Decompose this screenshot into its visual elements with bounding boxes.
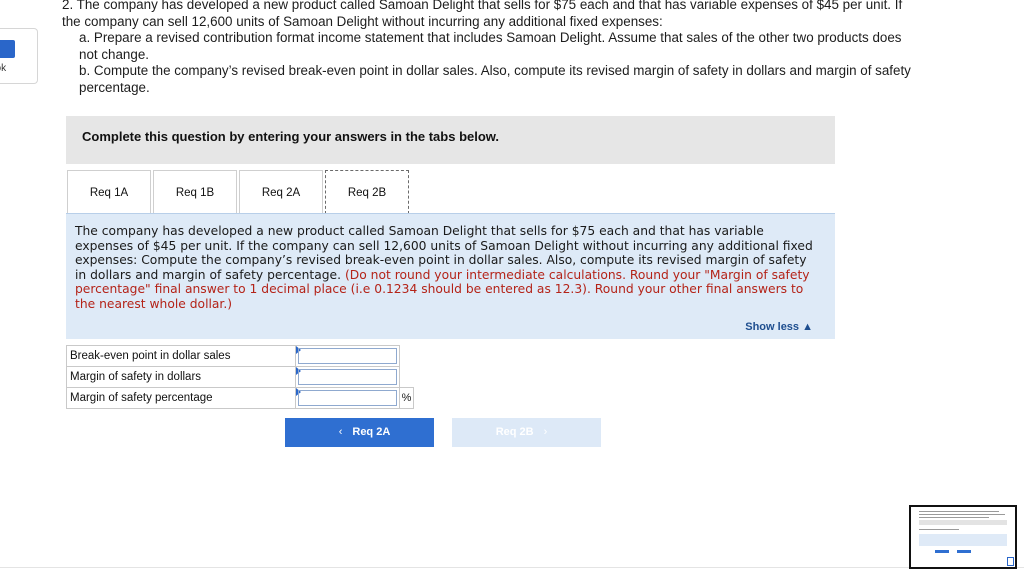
tab-req-2a[interactable]: Req 2A bbox=[239, 170, 323, 214]
row-label: Break-even point in dollar sales bbox=[66, 345, 296, 367]
break-even-sales-input[interactable] bbox=[295, 345, 400, 367]
next-req-label: Req 2B bbox=[495, 426, 534, 438]
footer-divider bbox=[0, 567, 1024, 568]
margin-of-safety-dollars-input[interactable] bbox=[295, 366, 400, 388]
question-part-b: b. Compute the company’s revised break-e… bbox=[79, 63, 911, 95]
table-row: Margin of safety in dollars bbox=[66, 366, 414, 388]
next-req-button[interactable]: Req 2B › bbox=[452, 418, 601, 447]
tab-req-1b[interactable]: Req 1B bbox=[153, 170, 237, 214]
answer-table: Break-even point in dollar sales Margin … bbox=[66, 345, 414, 409]
question-text: 2. The company has developed a new produ… bbox=[62, 0, 922, 96]
chevron-right-icon: › bbox=[543, 426, 548, 438]
thumb-button bbox=[957, 550, 971, 553]
prev-req-button[interactable]: ‹ Req 2A bbox=[285, 418, 434, 447]
input-box[interactable] bbox=[298, 369, 397, 385]
question-stem: 2. The company has developed a new produ… bbox=[62, 0, 903, 29]
margin-of-safety-percentage-input[interactable] bbox=[295, 387, 400, 409]
thumb-button bbox=[935, 550, 949, 553]
input-box[interactable] bbox=[298, 348, 397, 364]
requirement-panel: The company has developed a new product … bbox=[66, 213, 835, 339]
question-part-a: a. Prepare a revised contribution format… bbox=[79, 30, 902, 62]
thumb-banner bbox=[919, 520, 1007, 525]
table-row: Margin of safety percentage % bbox=[66, 387, 414, 409]
show-less-toggle[interactable]: Show less ▲ bbox=[745, 320, 813, 335]
thumb-line bbox=[919, 529, 959, 530]
page-thumbnail[interactable] bbox=[909, 505, 1017, 569]
tab-req-1a[interactable]: Req 1A bbox=[67, 170, 151, 214]
thumb-panel bbox=[919, 534, 1007, 546]
input-box[interactable] bbox=[298, 390, 397, 406]
table-row: Break-even point in dollar sales bbox=[66, 345, 414, 367]
unit-cell bbox=[400, 367, 414, 388]
thumb-line bbox=[919, 514, 1005, 515]
tab-req-2b[interactable]: Req 2B bbox=[325, 170, 409, 214]
prev-req-label: Req 2A bbox=[352, 426, 391, 438]
ebook-label: ook bbox=[0, 63, 7, 74]
row-label: Margin of safety in dollars bbox=[66, 366, 296, 388]
unit-cell bbox=[400, 346, 414, 367]
ebook-tab[interactable]: ook bbox=[0, 28, 38, 84]
book-icon bbox=[0, 40, 15, 58]
row-label: Margin of safety percentage bbox=[66, 387, 296, 409]
chevron-left-icon: ‹ bbox=[338, 426, 343, 438]
expand-icon[interactable] bbox=[1007, 557, 1014, 566]
thumb-line bbox=[919, 511, 999, 512]
percent-unit: % bbox=[399, 387, 414, 409]
instructions-banner: Complete this question by entering your … bbox=[66, 116, 835, 164]
thumb-line bbox=[919, 517, 989, 518]
